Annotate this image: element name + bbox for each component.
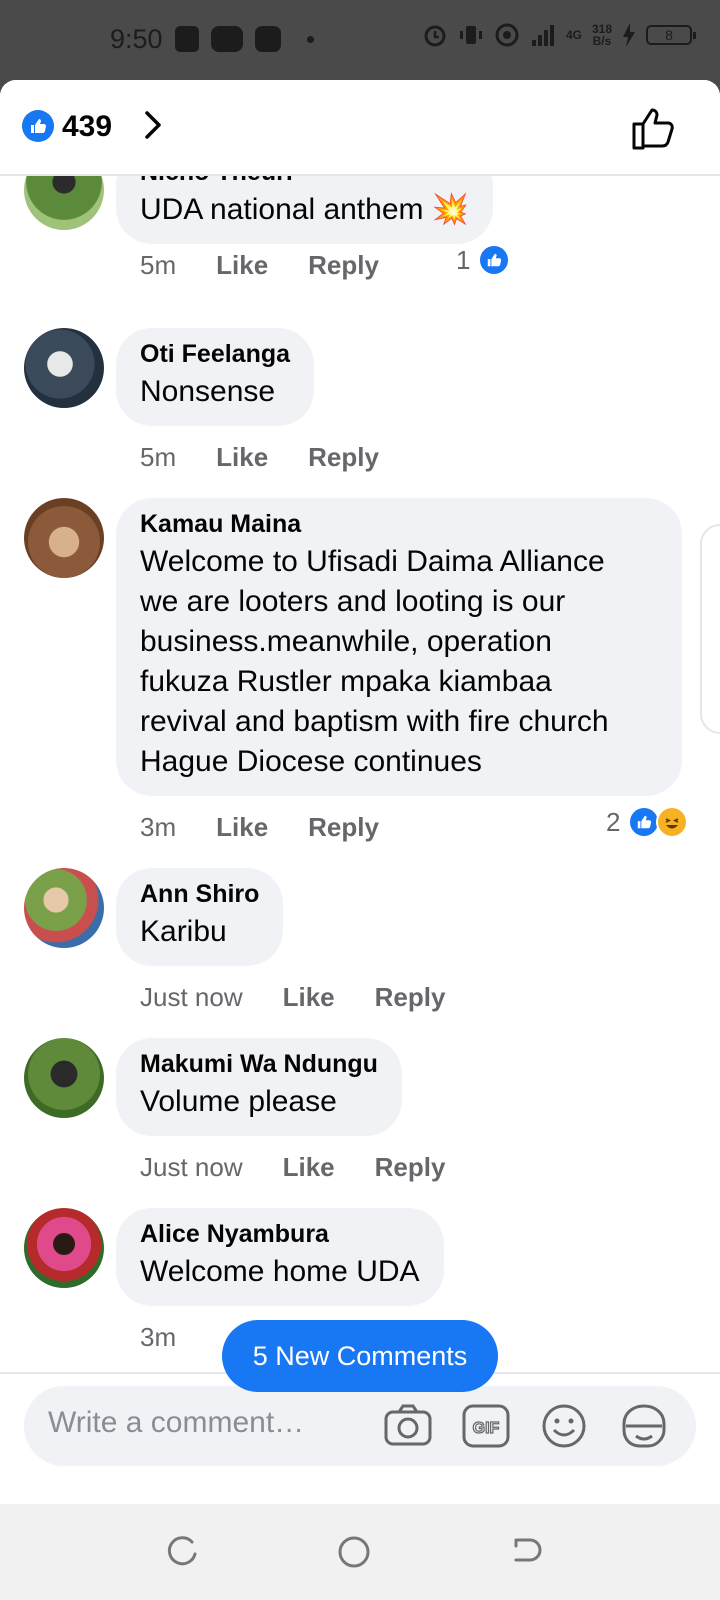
recent-apps-icon[interactable]	[164, 1534, 200, 1570]
comment-text-line: revival and baptism with fire church	[140, 705, 609, 738]
like-link[interactable]: Like	[283, 1152, 335, 1183]
like-count[interactable]: 439	[62, 110, 112, 144]
comment-input[interactable]: Write a comment… GIF	[24, 1386, 696, 1466]
like-reaction-icon	[478, 244, 511, 276]
youtube-icon	[211, 26, 243, 52]
comment-text-line: fukuza Rustler mpaka kiambaa	[140, 665, 552, 698]
like-button-icon[interactable]	[630, 104, 678, 152]
comment-text-content: UDA national anthem	[140, 193, 424, 226]
comment-time[interactable]: 5m	[140, 442, 176, 473]
comment-time[interactable]: Just now	[140, 982, 243, 1013]
notification-icons	[175, 26, 314, 52]
net-speed: 318 B/s	[592, 23, 612, 47]
comment-text-line: business.meanwhile, operation	[140, 625, 552, 658]
reaction-count: 2	[606, 806, 621, 837]
system-icons: 4G 318 B/s 8	[422, 22, 696, 48]
net-speed-unit: B/s	[592, 34, 612, 48]
game-icon	[255, 26, 281, 52]
comment-text: Karibu	[140, 915, 227, 948]
comment-text-line: Welcome to Ufisadi Daima Alliance	[140, 545, 605, 578]
comment-text-line: we are looters and looting is our	[140, 585, 566, 618]
comment-time[interactable]: Just now	[140, 1152, 243, 1183]
signal-icon	[531, 25, 554, 46]
haha-reaction-icon	[656, 806, 689, 838]
reply-link[interactable]: Reply	[375, 982, 446, 1013]
comment-text-line: Hague Diocese continues	[140, 745, 482, 778]
comment-actions: Just now Like Reply	[140, 982, 445, 1013]
back-icon[interactable]	[508, 1534, 544, 1570]
emoji-icon[interactable]	[538, 1400, 590, 1452]
comment-text: UDA national anthem 💥	[140, 190, 469, 230]
comment-time[interactable]: 5m	[140, 250, 176, 281]
reaction-summary[interactable]: 1	[456, 244, 511, 276]
comment-time[interactable]: 3m	[140, 1322, 176, 1353]
comment-actions: 5m Like Reply	[140, 250, 379, 281]
status-bar: 9:50 4G 318 B/s 8	[0, 0, 720, 80]
avatar[interactable]	[24, 1038, 104, 1118]
avatar[interactable]	[24, 328, 104, 408]
comment-placeholder: Write a comment…	[48, 1406, 305, 1439]
battery-icon: 8	[646, 25, 696, 45]
home-icon[interactable]	[336, 1534, 372, 1570]
like-link[interactable]: Like	[216, 442, 268, 473]
like-link[interactable]: Like	[216, 250, 268, 281]
comment-author[interactable]: Oti Feelanga	[140, 336, 290, 372]
comment-bubble[interactable]: Makumi Wa Ndungu Volume please	[116, 1038, 402, 1136]
sheet-header: 439	[0, 80, 720, 176]
camera-icon[interactable]	[382, 1400, 434, 1452]
comments-sheet: 439 Nicho Theuri UDA national anthem 💥 5…	[0, 80, 720, 1476]
comment-actions: 3m Like Reply	[140, 812, 379, 843]
system-nav-bar	[0, 1504, 720, 1600]
new-comments-button[interactable]: 5 New Comments	[222, 1320, 498, 1392]
gif-icon[interactable]: GIF	[460, 1400, 512, 1452]
comment-author[interactable]: Makumi Wa Ndungu	[140, 1046, 378, 1082]
sticker-icon[interactable]	[618, 1400, 670, 1452]
reaction-count: 1	[456, 244, 471, 275]
comment-text: Welcome home UDA	[140, 1255, 420, 1288]
comment-bubble[interactable]: Ann Shiro Karibu	[116, 868, 284, 966]
comment-text: Nonsense	[140, 375, 276, 408]
comment-text: Volume please	[140, 1085, 337, 1118]
avatar[interactable]	[24, 868, 104, 948]
charging-icon	[623, 23, 635, 47]
reply-link[interactable]: Reply	[308, 812, 379, 843]
reaction-summary[interactable]: 2	[606, 806, 689, 838]
side-panel-handle[interactable]	[700, 524, 720, 734]
vibrate-app-icon	[175, 26, 199, 52]
like-reaction-icon[interactable]	[22, 110, 54, 142]
avatar[interactable]	[24, 1208, 104, 1288]
collision-emoji: 💥	[431, 193, 470, 226]
comment-actions: 5m Like Reply	[140, 442, 379, 473]
reply-link[interactable]: Reply	[308, 250, 379, 281]
svg-text:GIF: GIF	[473, 1420, 500, 1437]
comment-bubble[interactable]: Oti Feelanga Nonsense	[116, 328, 315, 426]
vibrate-icon	[459, 26, 482, 44]
like-link[interactable]: Like	[216, 812, 268, 843]
comment-bubble[interactable]: Kamau Maina Welcome to Ufisadi Daima All…	[116, 498, 682, 796]
reply-link[interactable]: Reply	[308, 442, 379, 473]
chevron-right-icon[interactable]	[136, 108, 170, 142]
alarm-icon	[424, 25, 446, 47]
like-link[interactable]: Like	[283, 982, 335, 1013]
hotspot-icon	[495, 23, 519, 47]
comment-author[interactable]: Kamau Maina	[140, 506, 658, 542]
reply-link[interactable]: Reply	[375, 1152, 446, 1183]
comment-actions: Just now Like Reply	[140, 1152, 445, 1183]
more-notifications-icon	[307, 35, 314, 43]
status-time: 9:50	[110, 24, 163, 54]
comment-bubble[interactable]: Alice Nyambura Welcome home UDA	[116, 1208, 444, 1306]
comment-author[interactable]: Alice Nyambura	[140, 1216, 420, 1252]
comment-actions: 3m	[140, 1322, 216, 1353]
comment-time[interactable]: 3m	[140, 812, 176, 843]
network-type: 4G	[565, 28, 582, 42]
avatar[interactable]	[24, 498, 104, 578]
comment-text: Welcome to Ufisadi Daima Alliance we are…	[140, 542, 658, 782]
comment-author[interactable]: Ann Shiro	[140, 876, 259, 912]
